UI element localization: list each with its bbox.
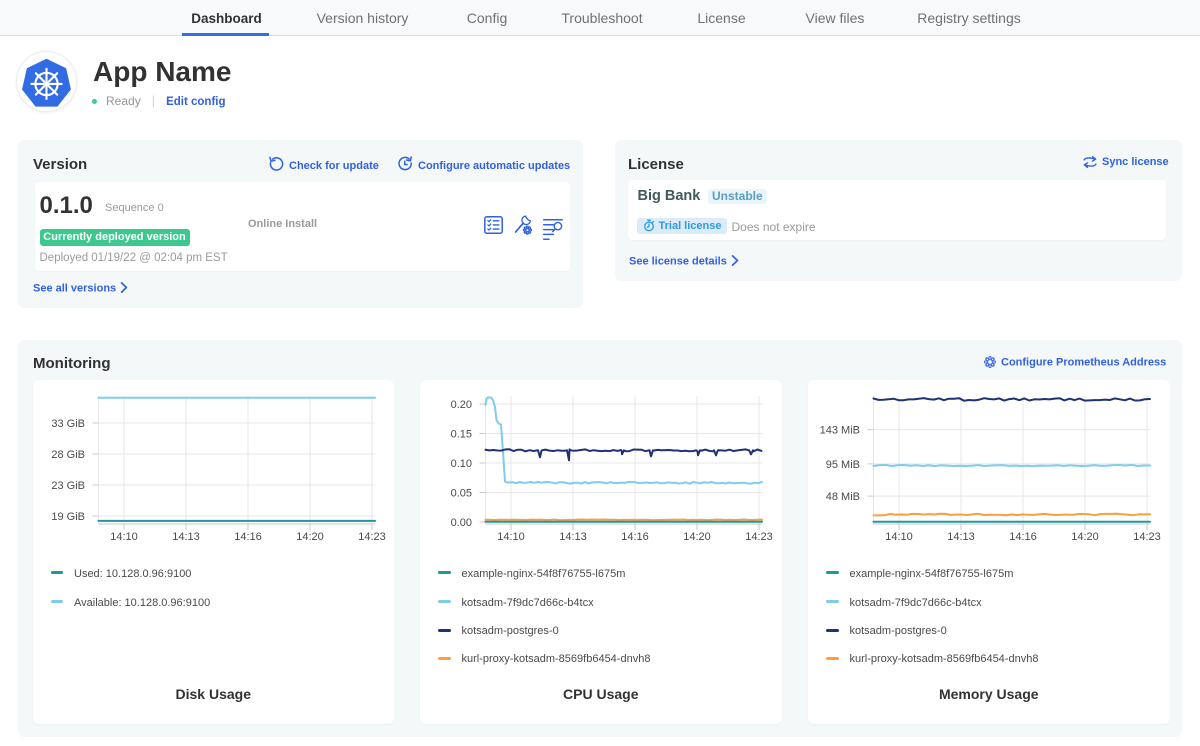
svg-text:48 MiB: 48 MiB xyxy=(826,491,860,503)
svg-text:33 GiB: 33 GiB xyxy=(51,418,85,430)
svg-text:0.05: 0.05 xyxy=(451,488,472,500)
svg-text:14:13: 14:13 xyxy=(559,531,587,543)
svg-text:143 MiB: 143 MiB xyxy=(820,425,860,437)
svg-text:14:23: 14:23 xyxy=(358,531,386,543)
svg-text:14:23: 14:23 xyxy=(745,531,773,543)
svg-text:14:20: 14:20 xyxy=(683,531,711,543)
svg-text:14:10: 14:10 xyxy=(885,531,913,543)
svg-text:14:16: 14:16 xyxy=(621,531,649,543)
svg-text:23 GiB: 23 GiB xyxy=(51,480,85,492)
svg-text:14:20: 14:20 xyxy=(1071,531,1099,543)
svg-text:28 GiB: 28 GiB xyxy=(51,449,85,461)
svg-text:14:20: 14:20 xyxy=(296,531,324,543)
svg-text:95 MiB: 95 MiB xyxy=(826,459,860,471)
svg-text:14:10: 14:10 xyxy=(497,531,525,543)
svg-text:0.15: 0.15 xyxy=(451,429,472,441)
svg-text:14:16: 14:16 xyxy=(1009,531,1037,543)
svg-text:14:23: 14:23 xyxy=(1133,531,1161,543)
svg-text:14:10: 14:10 xyxy=(110,531,138,543)
svg-text:0.00: 0.00 xyxy=(451,517,472,529)
svg-text:0.20: 0.20 xyxy=(451,399,472,411)
svg-text:14:13: 14:13 xyxy=(172,531,200,543)
svg-text:14:16: 14:16 xyxy=(234,531,262,543)
svg-text:0.10: 0.10 xyxy=(451,458,472,470)
svg-text:19 GiB: 19 GiB xyxy=(51,511,85,523)
svg-text:14:13: 14:13 xyxy=(947,531,975,543)
